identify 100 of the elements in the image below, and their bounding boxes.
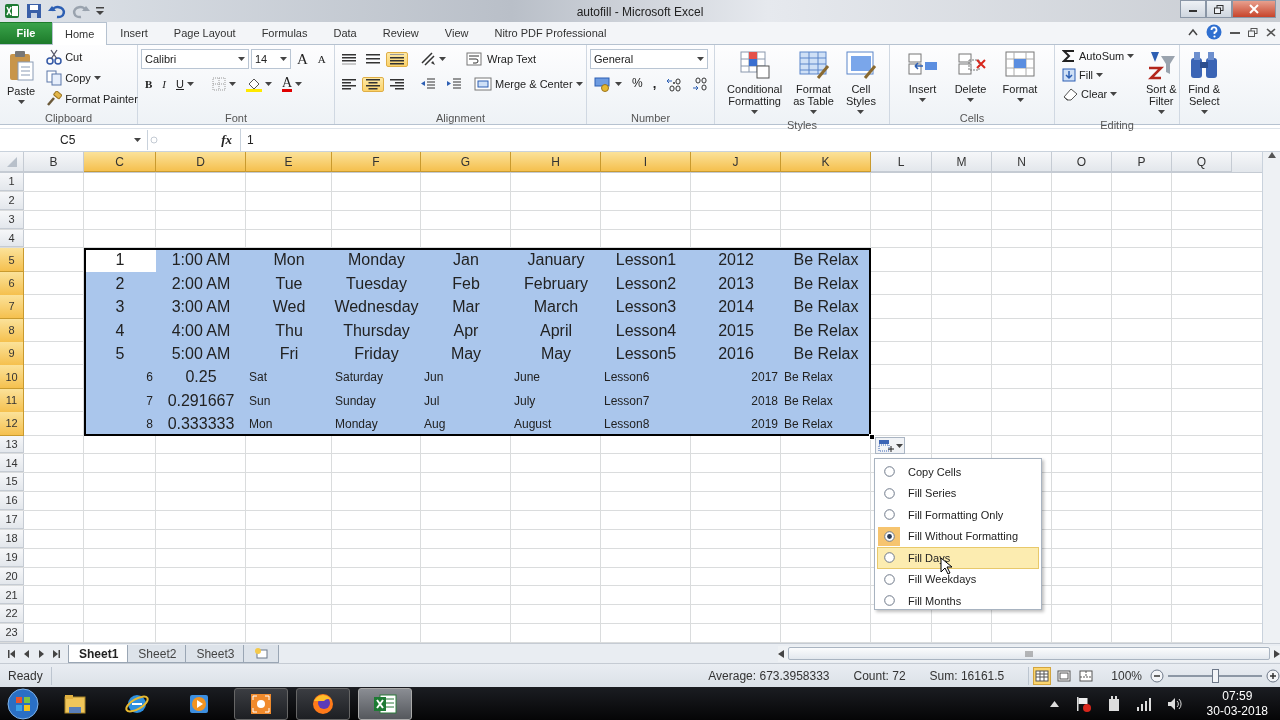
table-cell[interactable]: Be Relax	[781, 342, 871, 366]
table-cell[interactable]: May	[421, 342, 511, 366]
ribbon-tab[interactable]: File	[0, 22, 52, 44]
row-header[interactable]: 1	[0, 173, 24, 191]
table-cell[interactable]: Apr	[421, 318, 511, 343]
menu-item[interactable]: Fill Without Formatting	[877, 525, 1039, 547]
table-cell[interactable]: January	[511, 248, 601, 273]
column-header[interactable]: D	[156, 152, 246, 172]
table-cell[interactable]: Jan	[421, 248, 511, 273]
table-cell[interactable]: 0.25	[156, 365, 246, 390]
table-cell[interactable]: 2	[84, 271, 156, 296]
table-cell[interactable]: Be Relax	[781, 365, 871, 390]
name-box[interactable]: C5	[0, 130, 148, 150]
table-cell[interactable]: 6	[84, 365, 156, 390]
table-cell[interactable]: Sat	[246, 365, 332, 390]
column-header[interactable]: K	[781, 152, 871, 172]
row-header[interactable]: 8	[0, 318, 24, 343]
table-cell[interactable]: 5	[84, 342, 156, 366]
row-header[interactable]: 22	[0, 605, 24, 624]
table-cell[interactable]: 7	[84, 388, 156, 413]
table-cell[interactable]: 4:00 AM	[156, 318, 246, 343]
table-cell[interactable]: Lesson8	[601, 412, 691, 437]
row-header[interactable]: 14	[0, 454, 24, 473]
ribbon-button[interactable]: Sort & Filter	[1141, 47, 1182, 118]
row-header[interactable]: 7	[0, 295, 24, 320]
number-format-field[interactable]: General	[590, 49, 708, 69]
ribbon-button[interactable]: Format	[998, 47, 1042, 110]
ribbon-button[interactable]: Format as Table	[789, 47, 838, 118]
table-cell[interactable]: 8	[84, 412, 156, 437]
percent-button[interactable]: %	[628, 75, 647, 93]
table-cell[interactable]: April	[511, 318, 601, 343]
sheet-tab[interactable]: Sheet2	[127, 644, 188, 663]
comma-button[interactable]: ,	[648, 74, 661, 94]
ribbon-tab[interactable]: Nitro PDF Professional	[481, 22, 620, 44]
table-cell[interactable]: Wed	[246, 295, 332, 320]
menu-item[interactable]: Fill Months	[877, 590, 1039, 612]
table-cell[interactable]: Lesson2	[601, 271, 691, 296]
copy-button[interactable]: Copy	[42, 68, 142, 88]
fill-button[interactable]: Fill	[1058, 66, 1139, 84]
column-header[interactable]: I	[601, 152, 691, 172]
table-cell[interactable]: 2014	[691, 295, 781, 320]
menu-item[interactable]: Fill Formatting Only	[877, 504, 1039, 526]
table-cell[interactable]: 2012	[691, 248, 781, 273]
ribbon-button[interactable]: Find & Select	[1184, 47, 1225, 118]
table-cell[interactable]: 3	[84, 295, 156, 320]
merge-center-button[interactable]: Merge & Center	[470, 75, 587, 93]
column-header[interactable]: N	[992, 152, 1052, 172]
row-header[interactable]: 9	[0, 342, 24, 366]
table-cell[interactable]: 0.291667	[156, 388, 246, 413]
table-cell[interactable]: Be Relax	[781, 271, 871, 296]
table-cell[interactable]: Lesson3	[601, 295, 691, 320]
table-cell[interactable]: Jul	[421, 388, 511, 413]
table-cell[interactable]: Monday	[332, 412, 421, 437]
table-cell[interactable]: Aug	[421, 412, 511, 437]
table-cell[interactable]: Tue	[246, 271, 332, 296]
column-header[interactable]: H	[511, 152, 601, 172]
table-cell[interactable]: 2017	[691, 365, 781, 390]
row-header[interactable]: 6	[0, 271, 24, 296]
ribbon-tab[interactable]: Review	[369, 22, 432, 44]
row-header[interactable]: 23	[0, 624, 24, 642]
row-header[interactable]: 11	[0, 388, 24, 413]
ribbon-button[interactable]: Insert	[902, 47, 943, 110]
table-cell[interactable]: 0.333333	[156, 412, 246, 437]
table-cell[interactable]: 2013	[691, 271, 781, 296]
bold-button[interactable]: B	[141, 75, 157, 93]
shrink-font-button[interactable]: A	[313, 50, 330, 68]
ribbon-button[interactable]: Delete	[950, 47, 991, 110]
table-cell[interactable]: Feb	[421, 271, 511, 296]
column-header[interactable]: G	[421, 152, 511, 172]
row-header[interactable]: 21	[0, 586, 24, 605]
column-header[interactable]: J	[691, 152, 781, 172]
grow-font-button[interactable]: A	[293, 48, 312, 70]
table-cell[interactable]: Saturday	[332, 365, 421, 390]
ribbon-tab[interactable]: Home	[52, 22, 108, 45]
table-cell[interactable]: Jun	[421, 365, 511, 390]
column-header[interactable]: P	[1112, 152, 1172, 172]
table-cell[interactable]: Lesson6	[601, 365, 691, 390]
font-color-button[interactable]: A	[277, 74, 307, 94]
table-cell[interactable]: Mon	[246, 412, 332, 437]
table-cell[interactable]: Mar	[421, 295, 511, 320]
table-cell[interactable]: Monday	[332, 248, 421, 273]
table-cell[interactable]: 2016	[691, 342, 781, 366]
column-header[interactable]: F	[332, 152, 421, 172]
underline-button[interactable]: U	[172, 75, 198, 93]
paste-button[interactable]: Paste	[3, 47, 40, 110]
ribbon-button[interactable]: Cell Styles	[840, 47, 881, 118]
menu-item[interactable]: Fill Series	[877, 482, 1039, 504]
table-cell[interactable]: Lesson7	[601, 388, 691, 413]
table-cell[interactable]: July	[511, 388, 601, 413]
menu-item[interactable]: Fill Weekdays	[877, 568, 1039, 590]
table-cell[interactable]: Wednesday	[332, 295, 421, 320]
table-cell[interactable]: 3:00 AM	[156, 295, 246, 320]
table-cell[interactable]: 4	[84, 318, 156, 343]
ribbon-tab[interactable]: Formulas	[248, 22, 321, 44]
row-header[interactable]: 15	[0, 473, 24, 492]
column-header[interactable]: E	[246, 152, 332, 172]
font-name-field[interactable]: Calibri	[141, 49, 249, 69]
menu-item[interactable]: Copy Cells	[877, 461, 1039, 483]
ribbon-tab[interactable]: View	[431, 22, 482, 44]
column-header[interactable]: M	[932, 152, 992, 172]
